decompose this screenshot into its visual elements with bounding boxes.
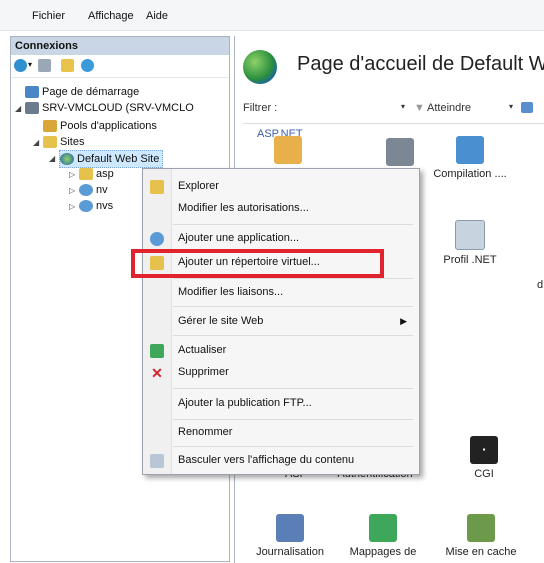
compilation-icon — [456, 136, 484, 164]
tree-child-asp[interactable]: asp — [79, 166, 114, 182]
tree-child-nvs[interactable]: nvs — [79, 198, 113, 214]
connect-site-icon[interactable] — [81, 59, 94, 72]
expand-arrow-icon[interactable]: ▷ — [69, 202, 75, 211]
menu-item-refresh[interactable]: Actualiser — [143, 340, 419, 362]
filter-dropdown-icon[interactable]: ▾ — [401, 102, 405, 111]
menu-separator — [173, 306, 413, 307]
page-title: Page d'accueil de Default We — [297, 53, 544, 75]
tree-sites[interactable]: Sites — [43, 134, 84, 150]
add-application-icon — [150, 232, 164, 246]
sites-folder-icon — [43, 136, 57, 149]
feature-cgi[interactable]: ▪ CGI — [445, 436, 523, 480]
feature-label: CGI — [474, 468, 494, 480]
logging-icon — [276, 514, 304, 542]
menu-separator — [173, 446, 413, 447]
tree-child-nv[interactable]: nv — [79, 182, 108, 198]
menu-file[interactable]: Fichier — [32, 10, 65, 22]
submenu-arrow-icon: ▶ — [400, 316, 407, 326]
menu-item-manage-website[interactable]: Gérer le site Web ▶ — [143, 311, 419, 333]
tree-start-page[interactable]: Page de démarrage — [25, 84, 139, 100]
feature-label: Journalisation — [256, 546, 324, 558]
expand-arrow-icon[interactable]: ▷ — [69, 170, 75, 179]
funnel-icon: ▼ — [414, 102, 425, 114]
menu-bar: Fichier Affichage Aide — [0, 0, 544, 31]
menu-item-rename[interactable]: Renommer — [143, 422, 419, 444]
application-icon — [79, 184, 93, 197]
menu-separator — [173, 224, 413, 225]
feature-aspnet-2[interactable] — [361, 138, 439, 170]
menu-item-add-ftp[interactable]: Ajouter la publication FTP... — [143, 393, 419, 415]
context-menu: Explorer Modifier les autorisations... A… — [142, 168, 420, 475]
save-icon[interactable] — [38, 59, 51, 72]
cgi-icon: ▪ — [470, 436, 498, 464]
feature-compilation[interactable]: Compilation .... — [431, 136, 509, 180]
filter-label: Filtrer : — [243, 102, 278, 114]
show-all-icon[interactable] — [521, 102, 533, 113]
menu-separator — [173, 388, 413, 389]
feature-label: Mappages de — [349, 546, 417, 558]
feature-label: Profil .NET — [443, 254, 497, 266]
menu-view[interactable]: Affichage — [88, 10, 134, 22]
globe-icon — [60, 153, 74, 166]
tree-server[interactable]: SRV-VMCLOUD (SRV-VMCLO — [25, 100, 194, 116]
profile-icon — [455, 220, 485, 250]
up-folder-icon[interactable] — [61, 59, 74, 72]
expand-arrow-icon[interactable]: ▷ — [69, 186, 75, 195]
connect-icon[interactable] — [14, 59, 27, 72]
feature-aspnet-1[interactable] — [249, 136, 327, 168]
menu-separator — [173, 278, 413, 279]
delete-icon: ✕ — [151, 365, 163, 381]
collapse-arrow-icon[interactable]: ◢ — [49, 154, 55, 163]
filter-bar: Filtrer : ▾ ▼ Atteindre ▾ — [239, 98, 544, 118]
feature-profil-net[interactable]: Profil .NET — [431, 220, 509, 266]
collapse-arrow-icon[interactable]: ◢ — [15, 104, 21, 113]
connections-header: Connexions — [11, 37, 229, 55]
menu-item-add-application[interactable]: Ajouter une application... — [143, 228, 419, 250]
feature-label: Mise en cache — [445, 546, 517, 558]
feature-label: Compilation .... — [433, 168, 507, 180]
app-pools-icon — [43, 120, 57, 133]
feature-output-cache[interactable]: Mise en cache — [439, 514, 523, 558]
goto-dropdown-icon[interactable]: ▾ — [509, 102, 513, 111]
menu-item-edit-bindings[interactable]: Modifier les liaisons... — [143, 282, 419, 304]
ab-icon — [274, 136, 302, 164]
mappings-icon — [369, 514, 397, 542]
explore-icon — [150, 180, 164, 194]
server-icon — [25, 102, 39, 115]
menu-separator — [173, 335, 413, 336]
globe-icon — [243, 50, 277, 84]
divider — [243, 123, 544, 124]
menu-item-delete[interactable]: ✕ Supprimer — [143, 362, 419, 384]
feature-logging[interactable]: Journalisation — [249, 514, 331, 558]
collapse-arrow-icon[interactable]: ◢ — [33, 138, 39, 147]
application-icon — [79, 200, 93, 213]
start-page-icon — [25, 86, 39, 99]
goto-button[interactable]: Atteindre — [427, 102, 471, 114]
output-cache-icon — [467, 514, 495, 542]
feature-partial-label: d — [537, 279, 544, 291]
refresh-icon — [150, 344, 164, 358]
menu-item-edit-permissions[interactable]: Modifier les autorisations... — [143, 198, 419, 220]
menu-item-switch-content-view[interactable]: Basculer vers l'affichage du contenu — [143, 450, 419, 472]
highlight-box — [131, 249, 384, 278]
dropdown-arrow-icon[interactable]: ▾ — [28, 60, 32, 69]
server-key-icon — [386, 138, 414, 166]
connections-toolbar: ▾ — [11, 55, 229, 78]
feature-mappings[interactable]: Mappages de — [341, 514, 425, 558]
menu-help[interactable]: Aide — [146, 10, 168, 22]
tree-app-pools[interactable]: Pools d'applications — [43, 118, 157, 134]
menu-separator — [173, 419, 413, 420]
content-view-icon — [150, 454, 164, 468]
folder-icon — [79, 168, 93, 181]
menu-item-explore[interactable]: Explorer — [143, 176, 419, 198]
